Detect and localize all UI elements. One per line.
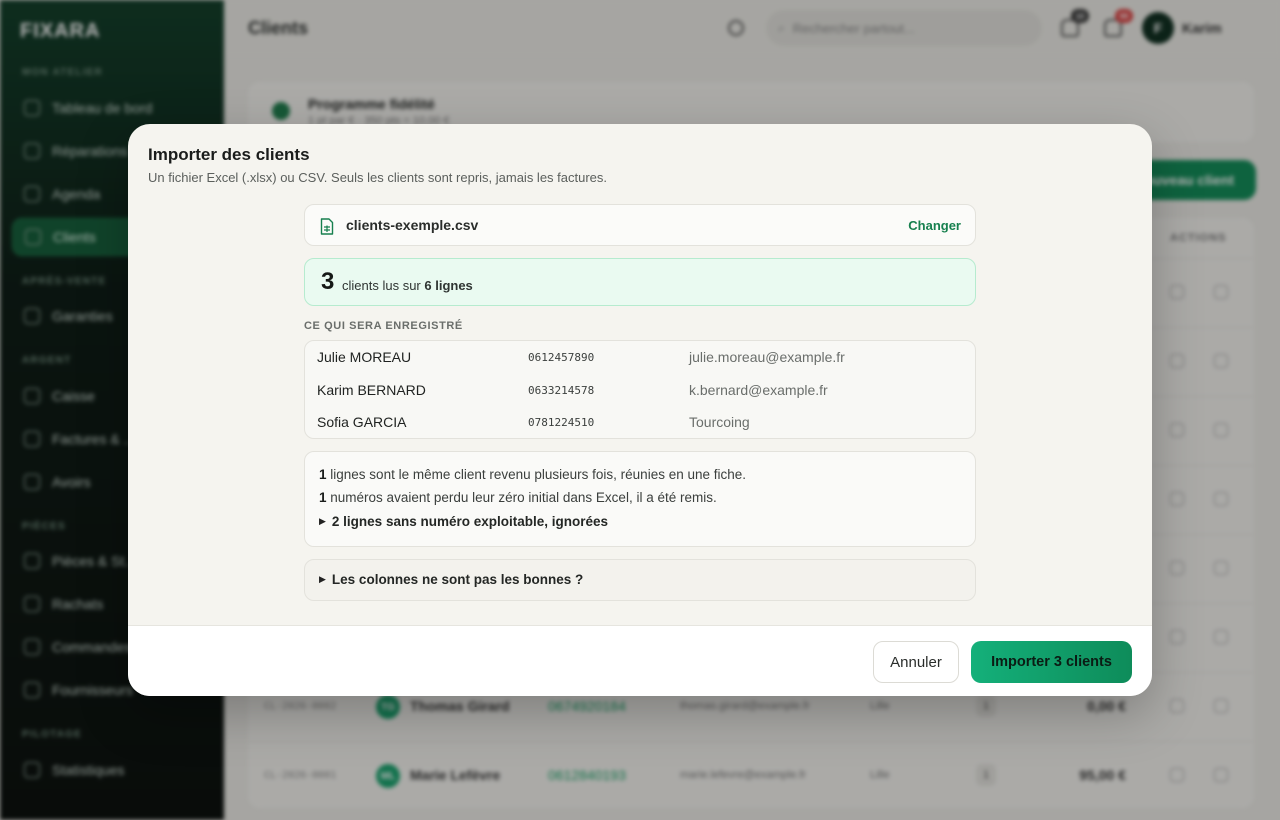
preview-row: Sofia GARCIA 0781224510 Tourcoing [305, 406, 975, 438]
column-mapping-card[interactable]: ▶ Les colonnes ne sont pas les bonnes ? [304, 559, 976, 601]
preview-phone: 0633214578 [528, 384, 595, 397]
parse-summary: 3 clients lus sur 6 lignes [304, 258, 976, 306]
preview-name: Karim BERNARD [317, 382, 426, 398]
preview-name: Julie MOREAU [317, 349, 412, 365]
clients-count: 3 [321, 268, 335, 295]
import-clients-dialog: Importer des clients Un fichier Excel (.… [128, 124, 1152, 696]
duplicates-note: 1 lignes sont le même client revenu plus… [319, 467, 747, 482]
preview-email: k.bernard@example.fr [689, 382, 828, 398]
ignored-lines-toggle[interactable]: ▶ 2 lignes sans numéro exploitable, ignor… [319, 514, 608, 529]
preview-section-label: CE QUI SERA ENREGISTRÉ [304, 320, 463, 332]
change-file-link[interactable]: Changer [908, 218, 961, 233]
spreadsheet-file-icon [320, 218, 334, 235]
disclosure-triangle-icon: ▶ [319, 516, 326, 526]
preview-row: Julie MOREAU 0612457890 julie.moreau@exa… [305, 341, 975, 373]
preview-phone: 0612457890 [528, 351, 595, 364]
dialog-footer: Annuler Importer 3 clients [128, 625, 1152, 696]
preview-table: Julie MOREAU 0612457890 julie.moreau@exa… [304, 340, 976, 439]
preview-name: Sofia GARCIA [317, 414, 407, 430]
column-mapping-toggle[interactable]: ▶ Les colonnes ne sont pas les bonnes ? [319, 572, 583, 587]
file-name: clients-exemple.csv [346, 217, 479, 233]
preview-email: julie.moreau@example.fr [689, 349, 845, 365]
dialog-subtitle: Un fichier Excel (.xlsx) ou CSV. Seuls l… [148, 170, 608, 185]
preview-phone: 0781224510 [528, 416, 595, 429]
import-clients-button[interactable]: Importer 3 clients [971, 641, 1132, 683]
preview-city: Tourcoing [689, 414, 750, 430]
dialog-title: Importer des clients [148, 145, 310, 164]
summary-text: clients lus sur 6 lignes [342, 278, 473, 293]
leading-zero-note: 1 numéros avaient perdu leur zéro initia… [319, 490, 717, 505]
cancel-button[interactable]: Annuler [873, 641, 959, 683]
preview-row: Karim BERNARD 0633214578 k.bernard@examp… [305, 374, 975, 406]
import-notes: 1 lignes sont le même client revenu plus… [304, 451, 976, 547]
disclosure-triangle-icon: ▶ [319, 574, 326, 584]
selected-file-card: clients-exemple.csv Changer [304, 204, 976, 246]
